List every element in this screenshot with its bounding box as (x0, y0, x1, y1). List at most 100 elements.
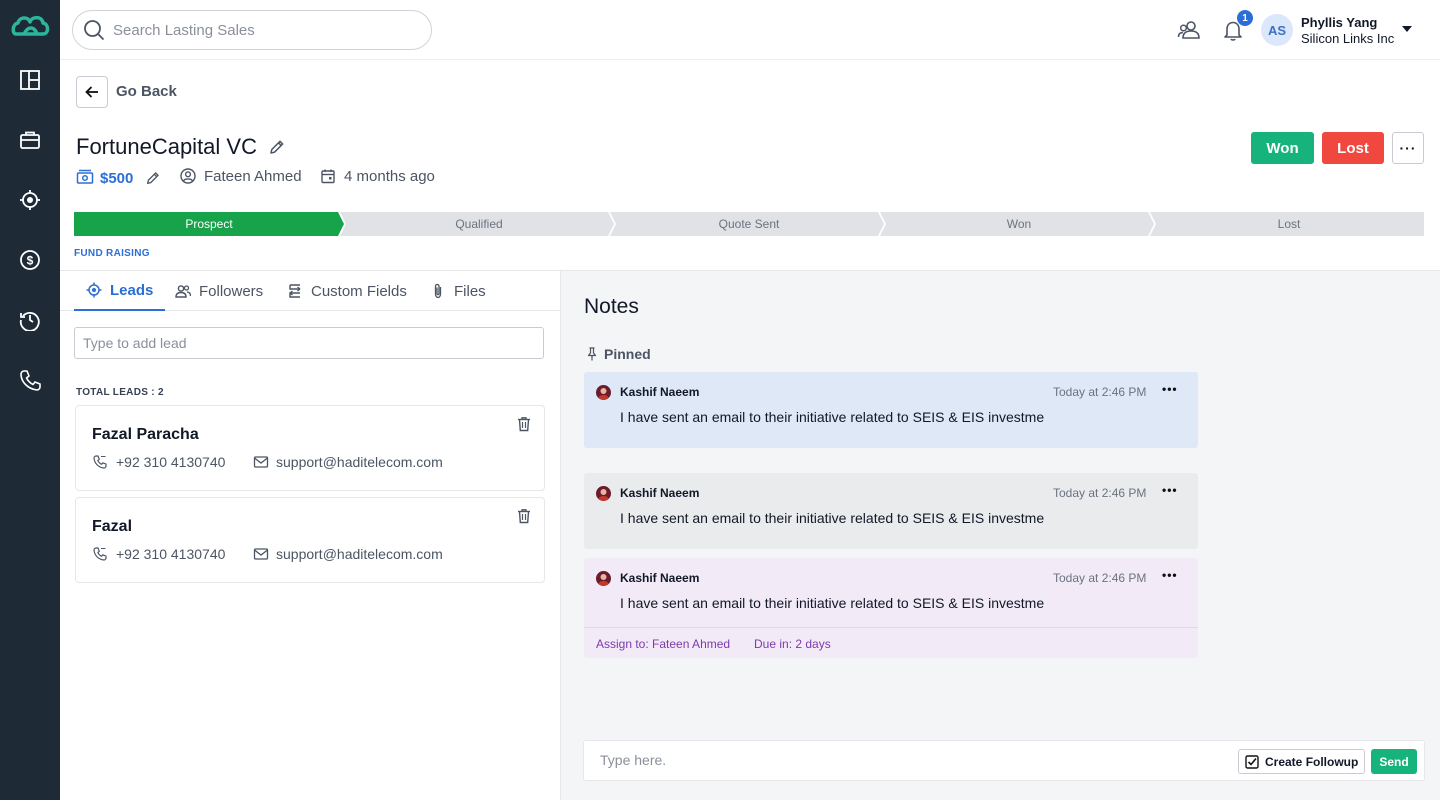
lead-name: Fazal Paracha (92, 426, 199, 443)
note-text: I have sent an email to their initiative… (620, 409, 1045, 425)
search-bar[interactable] (72, 10, 432, 50)
team-icon[interactable] (1177, 18, 1201, 42)
tab-files[interactable]: Files (430, 271, 486, 311)
stage-qualified[interactable]: Qualified (379, 217, 579, 231)
note-input[interactable] (600, 752, 1200, 768)
sidebar-item-activity[interactable] (15, 305, 45, 335)
target-icon (86, 282, 102, 298)
sidebar-item-sales[interactable]: $ (15, 245, 45, 275)
sidebar-item-deals[interactable] (15, 125, 45, 155)
sidebar-item-dashboard[interactable] (15, 65, 45, 95)
lead-card[interactable]: Fazal Paracha +92 310 4130740 support@ha… (75, 405, 545, 491)
lead-email[interactable]: support@haditelecom.com (276, 454, 443, 470)
user-company: Silicon Links Inc (1301, 31, 1395, 46)
stage-won[interactable]: Won (919, 217, 1119, 231)
history-icon (19, 312, 40, 331)
create-followup-checkbox[interactable]: Create Followup (1238, 749, 1365, 774)
grid-icon (20, 70, 40, 90)
user-name: Phyllis Yang (1301, 15, 1378, 30)
detail-tabs: Leads Followers Custom Fields Files (60, 271, 560, 311)
target-icon (20, 190, 40, 210)
chevron-down-icon[interactable] (1402, 26, 1412, 32)
top-header: 1 AS Phyllis Yang Silicon Links Inc (60, 0, 1440, 60)
note-due-date: Due in: 2 days (754, 637, 831, 651)
avatar (596, 486, 611, 501)
calendar-icon (321, 169, 335, 184)
deal-amount: $500 (100, 170, 134, 187)
phone-icon (20, 370, 41, 391)
followup-label: Create Followup (1265, 754, 1359, 769)
note-timestamp: Today at 2:46 PM (1053, 571, 1147, 585)
go-back-label[interactable]: Go Back (116, 83, 177, 100)
phone-icon (93, 455, 107, 469)
notes-panel: Notes Pinned Kashif Naeem Today at 2:46 … (561, 270, 1440, 800)
user-circle-icon (180, 168, 196, 184)
tab-leads[interactable]: Leads (74, 271, 166, 311)
search-input[interactable] (113, 21, 413, 39)
lead-name: Fazal (92, 518, 133, 535)
won-button[interactable]: Won (1251, 132, 1314, 164)
note-author: Kashif Naeem (620, 571, 700, 585)
pencil-icon[interactable] (268, 138, 286, 156)
note-author: Kashif Naeem (620, 486, 700, 500)
brand-logo-icon[interactable] (10, 12, 50, 46)
lost-button[interactable]: Lost (1322, 132, 1384, 164)
pipeline-category: FUND RAISING (74, 248, 150, 259)
note-timestamp: Today at 2:46 PM (1053, 385, 1147, 399)
note-card[interactable]: Kashif Naeem Today at 2:46 PM ••• I have… (584, 372, 1198, 448)
more-options-button[interactable]: ··· (1392, 132, 1424, 164)
sidebar-item-leads[interactable] (15, 185, 45, 215)
pencil-icon[interactable] (145, 170, 161, 186)
deal-created-time: 4 months ago (344, 168, 435, 185)
tab-followers[interactable]: Followers (175, 271, 263, 311)
pin-icon (587, 347, 597, 361)
dollar-icon: $ (20, 250, 40, 270)
more-options-icon[interactable]: ••• (1162, 382, 1178, 396)
add-lead-input[interactable] (74, 327, 544, 359)
note-timestamp: Today at 2:46 PM (1053, 486, 1147, 500)
notes-title: Notes (584, 295, 639, 318)
trash-icon[interactable] (516, 508, 532, 524)
sidebar-item-calls[interactable] (15, 365, 45, 395)
note-card[interactable]: Kashif Naeem Today at 2:46 PM ••• I have… (584, 473, 1198, 549)
pipeline-stages: Prospect Qualified Quote Sent Won Lost (74, 212, 1424, 236)
stage-prospect[interactable]: Prospect (109, 217, 309, 231)
more-options-icon[interactable]: ••• (1162, 483, 1178, 497)
lead-phone: +92 310 4130740 (116, 454, 226, 470)
note-text: I have sent an email to their initiative… (620, 595, 1045, 611)
go-back-button[interactable] (76, 76, 108, 108)
note-composer: Create Followup Send (583, 740, 1425, 781)
avatar (596, 385, 611, 400)
send-button[interactable]: Send (1371, 749, 1417, 774)
note-card[interactable]: Kashif Naeem Today at 2:46 PM ••• I have… (584, 558, 1198, 658)
notification-badge: 1 (1237, 10, 1253, 26)
search-icon (84, 20, 105, 41)
tab-custom-fields[interactable]: Custom Fields (287, 271, 407, 311)
deal-owner: Fateen Ahmed (204, 168, 302, 185)
note-followup-footer: Assign to: Fateen Ahmed Due in: 2 days (584, 627, 1198, 658)
paperclip-icon (434, 283, 442, 299)
lead-card[interactable]: Fazal +92 310 4130740 support@haditeleco… (75, 497, 545, 583)
more-options-icon[interactable]: ••• (1162, 568, 1178, 582)
checkbox-checked-icon (1245, 754, 1259, 769)
mail-icon (253, 456, 269, 468)
note-assignee[interactable]: Assign to: Fateen Ahmed (596, 637, 730, 651)
money-icon (76, 169, 94, 184)
briefcase-icon (20, 131, 40, 149)
trash-icon[interactable] (516, 416, 532, 432)
lead-email[interactable]: support@haditelecom.com (276, 546, 443, 562)
lead-phone: +92 310 4130740 (116, 546, 226, 562)
stage-lost[interactable]: Lost (1189, 217, 1389, 231)
lead-panel: Leads Followers Custom Fields Files TOTA… (60, 270, 561, 800)
avatar[interactable]: AS (1261, 14, 1293, 46)
sidebar: $ (0, 0, 60, 800)
pinned-label: Pinned (604, 346, 651, 362)
tab-label: Files (454, 282, 486, 300)
page-title: FortuneCapital VC (76, 134, 257, 159)
arrow-left-icon (85, 86, 98, 98)
phone-icon (93, 547, 107, 561)
stage-quote-sent[interactable]: Quote Sent (649, 217, 849, 231)
mail-icon (253, 548, 269, 560)
note-author: Kashif Naeem (620, 385, 700, 399)
tab-label: Leads (110, 281, 154, 299)
